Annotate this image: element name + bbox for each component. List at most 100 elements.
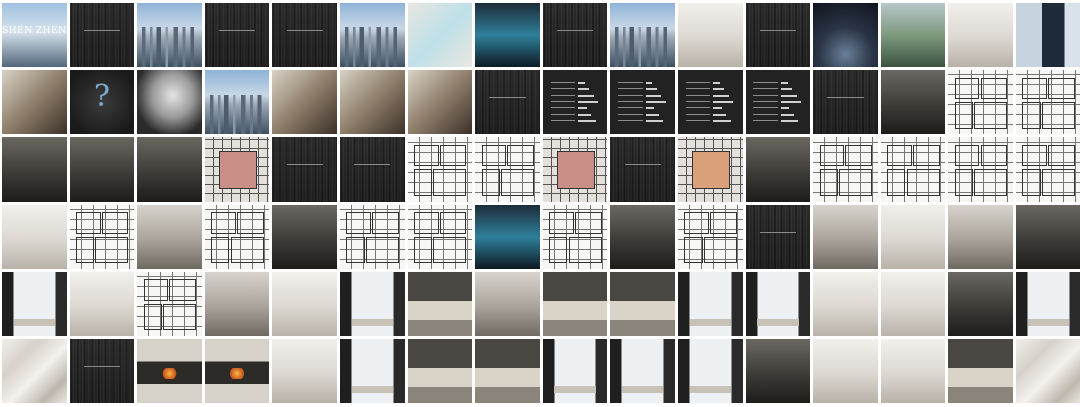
thumbnail-window[interactable] [677,271,743,336]
thumbnail-interior-light[interactable] [677,3,743,68]
thumbnail-sculpt[interactable] [137,70,202,135]
thumbnail-data[interactable] [677,70,743,135]
thumbnail-interior-light[interactable] [813,271,878,336]
thumbnail-aqua[interactable] [475,3,540,68]
thumbnail-people[interactable] [339,70,405,135]
thumbnail-interior-dark[interactable] [745,338,811,404]
thumbnail-plan[interactable] [69,204,135,269]
thumbnail-dark[interactable] [204,3,270,68]
thumbnail-plan[interactable] [948,70,1013,135]
thumbnail-marble[interactable] [2,338,67,404]
plan-room [887,169,906,196]
thumbnail-interior-dark[interactable] [880,70,946,135]
thumbnail-window[interactable] [745,271,811,336]
thumbnail-plan-color[interactable] [542,137,608,202]
thumbnail-plan[interactable] [677,204,743,269]
thumbnail-plan[interactable] [407,137,473,202]
thumbnail-city[interactable] [339,3,405,68]
table-bar [781,88,793,91]
thumbnail-plan[interactable] [880,137,946,202]
thumbnail-city[interactable] [137,3,202,68]
thumbnail-interior-light[interactable] [69,271,135,336]
thumbnail-interior-mid[interactable] [475,271,540,336]
thumbnail-dark[interactable] [745,204,811,269]
thumbnail-interior-mid[interactable] [137,204,202,269]
thumbnail-dark[interactable] [272,3,337,68]
thumbnail-dark[interactable] [542,3,608,68]
thumbnail-dark[interactable] [339,137,405,202]
thumbnail-people[interactable] [2,70,67,135]
thumbnail-night[interactable] [813,3,878,68]
thumbnail-window[interactable] [542,338,608,404]
thumbnail-interior-light[interactable] [880,338,946,404]
thumbnail-map[interactable] [407,3,473,68]
thumbnail-plan-color[interactable] [204,137,270,202]
thumbnail-dark[interactable] [69,338,135,404]
thumbnail-people[interactable] [272,70,337,135]
thumbnail-bed[interactable] [407,338,473,404]
thumbnail-bed[interactable] [610,271,675,336]
thumbnail-plan[interactable] [1015,70,1080,135]
thumbnail-dark[interactable] [475,70,540,135]
thumbnail-interior-dark[interactable] [137,137,202,202]
thumbnail-dark[interactable] [813,70,878,135]
thumbnail-window[interactable] [1015,271,1080,336]
thumbnail-suit[interactable] [1015,3,1080,68]
thumbnail-data[interactable] [745,70,811,135]
thumbnail-interior-mid[interactable] [813,204,878,269]
thumbnail-plan[interactable] [475,137,540,202]
thumbnail-interior-light[interactable] [948,3,1013,68]
thumbnail-interior-light[interactable] [880,204,946,269]
thumbnail-interior-light[interactable] [272,338,337,404]
thumbnail-fire[interactable] [204,338,270,404]
thumbnail-question[interactable]: ? [69,70,135,135]
thumbnail-interior-light[interactable] [813,338,878,404]
thumbnail-plan[interactable] [204,204,270,269]
thumbnail-interior-light[interactable] [2,204,67,269]
thumbnail-green[interactable] [880,3,946,68]
plan-room [954,169,973,196]
thumbnail-dark[interactable] [69,3,135,68]
thumbnail-plan[interactable] [542,204,608,269]
thumbnail-plan[interactable] [407,204,473,269]
thumbnail-bed[interactable] [948,338,1013,404]
thumbnail-window[interactable] [339,338,405,404]
thumbnail-interior-mid[interactable] [204,271,270,336]
thumbnail-people[interactable] [407,70,473,135]
thumbnail-bed[interactable] [407,271,473,336]
thumbnail-aqua[interactable] [475,204,540,269]
thumbnail-plan[interactable] [948,137,1013,202]
thumbnail-window[interactable] [2,271,67,336]
thumbnail-interior-light[interactable] [272,271,337,336]
thumbnail-interior-dark[interactable] [745,137,811,202]
thumbnail-bed[interactable] [542,271,608,336]
thumbnail-dark[interactable] [272,137,337,202]
thumbnail-window[interactable] [610,338,675,404]
thumbnail-city[interactable] [610,3,675,68]
thumbnail-plan[interactable] [1015,137,1080,202]
thumbnail-data[interactable] [542,70,608,135]
thumbnail-plan[interactable] [339,204,405,269]
thumbnail-plan[interactable] [137,271,202,336]
thumbnail-interior-dark[interactable] [69,137,135,202]
thumbnail-window[interactable] [339,271,405,336]
thumbnail-interior-dark[interactable] [948,271,1013,336]
thumbnail-fire[interactable] [137,338,202,404]
thumbnail-interior-dark[interactable] [2,137,67,202]
thumbnail-dark[interactable] [745,3,811,68]
thumbnail-window[interactable] [677,338,743,404]
thumbnail-marble[interactable] [1015,338,1080,404]
plan-room [710,212,737,234]
thumbnail-data[interactable] [610,70,675,135]
thumbnail-plan-orange[interactable] [677,137,743,202]
thumbnail-interior-dark[interactable] [1015,204,1080,269]
thumbnail-interior-dark[interactable] [610,204,675,269]
thumbnail-interior-dark[interactable] [272,204,337,269]
thumbnail-plan[interactable] [813,137,878,202]
thumbnail-interior-mid[interactable] [948,204,1013,269]
thumbnail-city[interactable] [204,70,270,135]
thumbnail-interior-light[interactable] [880,271,946,336]
thumbnail-dark[interactable] [610,137,675,202]
thumbnail-title[interactable]: SHEN ZHEN [2,3,67,68]
thumbnail-bed[interactable] [475,338,540,404]
